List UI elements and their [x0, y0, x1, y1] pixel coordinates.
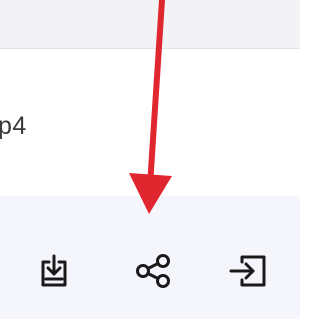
red-arrow-icon	[129, 0, 172, 214]
